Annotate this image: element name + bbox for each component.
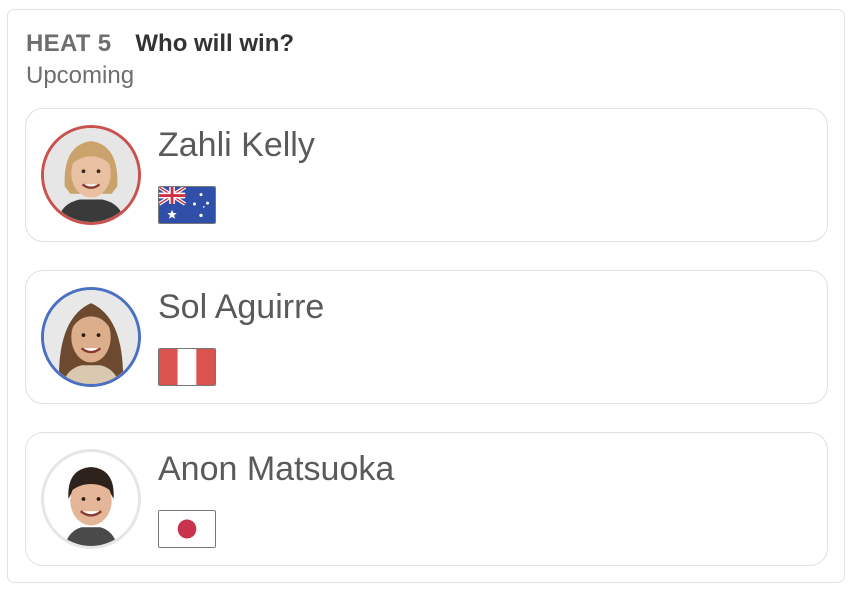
surfer-option-sol-aguirre[interactable]: Sol Aguirre (25, 270, 828, 404)
surfer-name: Sol Aguirre (158, 288, 325, 326)
avatar-photo (44, 290, 138, 384)
heat-card: HEAT 5 Who will win? Upcoming Zahli Kell… (7, 9, 845, 583)
surfer-avatar (41, 449, 141, 549)
japan-flag-icon (158, 510, 216, 548)
peru-flag-icon (158, 348, 216, 386)
heat-label: HEAT 5 (26, 30, 112, 57)
surfer-avatar (41, 287, 141, 387)
australia-flag-icon (158, 186, 216, 224)
avatar-photo (44, 128, 138, 222)
heat-status: Upcoming (26, 62, 135, 89)
surfer-option-zahli-kelly[interactable]: Zahli Kelly (25, 108, 828, 242)
surfer-name: Zahli Kelly (158, 126, 315, 164)
surfer-avatar (41, 125, 141, 225)
surfer-option-anon-matsuoka[interactable]: Anon Matsuoka (25, 432, 828, 566)
heat-question: Who will win? (135, 30, 295, 57)
avatar-photo (44, 452, 138, 546)
heat-header: HEAT 5 Who will win? (26, 30, 294, 60)
surfer-name: Anon Matsuoka (158, 450, 395, 488)
